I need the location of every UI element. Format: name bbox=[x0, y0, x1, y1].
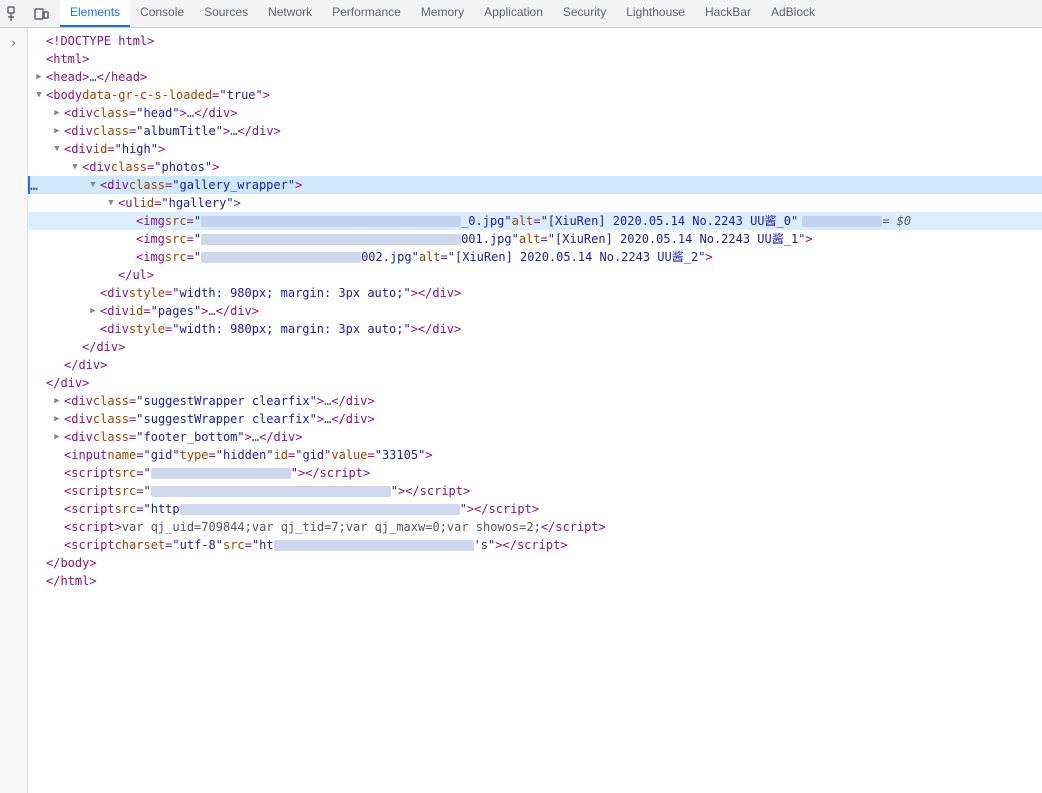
inspect-element-button[interactable] bbox=[4, 3, 26, 25]
tab-sources[interactable]: Sources bbox=[194, 0, 258, 27]
device-toggle-button[interactable] bbox=[30, 3, 52, 25]
tab-application[interactable]: Application bbox=[474, 0, 553, 27]
dom-line-div-high[interactable]: ▼ <div id="high" > bbox=[28, 140, 1042, 158]
dom-line-doctype[interactable]: <!DOCTYPE html> bbox=[28, 32, 1042, 50]
devtools-toolbar: Elements Console Sources Network Perform… bbox=[0, 0, 1042, 28]
dom-line-body-close[interactable]: </body> bbox=[28, 554, 1042, 572]
dom-line-div-close-photos[interactable]: </div> bbox=[28, 338, 1042, 356]
dom-line-img-1[interactable]: <img src="001.jpg" alt="[XiuRen] 2020.05… bbox=[28, 230, 1042, 248]
dom-line-img-2[interactable]: <img src="002.jpg" alt="[XiuRen] 2020.05… bbox=[28, 248, 1042, 266]
img-src-blur-0 bbox=[201, 216, 461, 227]
div-suggest-1-toggle[interactable]: ▶ bbox=[50, 394, 64, 408]
script-src-blur-1 bbox=[151, 468, 291, 479]
div-gallery-wrapper-toggle[interactable]: ▼ bbox=[86, 178, 100, 192]
doctype-text: <!DOCTYPE html> bbox=[46, 32, 154, 50]
img-src-blur-1 bbox=[201, 234, 461, 245]
tab-security[interactable]: Security bbox=[553, 0, 616, 27]
html-tag: <html> bbox=[46, 50, 89, 68]
dom-line-script-5[interactable]: <script charset="utf-8" src="ht's" ></sc… bbox=[28, 536, 1042, 554]
dom-tree-panel[interactable]: <!DOCTYPE html> <html> ▶ <head>…</head> … bbox=[28, 28, 1042, 793]
dom-line-div-style-980-2[interactable]: <div style="width: 980px; margin: 3px au… bbox=[28, 320, 1042, 338]
img-extra-blur-0 bbox=[802, 216, 882, 227]
body-toggle[interactable]: ▼ bbox=[32, 88, 46, 102]
div-head-toggle[interactable]: ▶ bbox=[50, 106, 64, 120]
dom-line-div-head[interactable]: ▶ <div class="head" >…</div> bbox=[28, 104, 1042, 122]
script-src-blur-5 bbox=[274, 540, 474, 551]
tab-memory[interactable]: Memory bbox=[411, 0, 474, 27]
dom-line-div-close-high[interactable]: </div> bbox=[28, 374, 1042, 392]
dom-line-script-2[interactable]: <script src="" ></script> bbox=[28, 482, 1042, 500]
dom-line-html-close[interactable]: </html> bbox=[28, 572, 1042, 590]
dom-line-div-suggest-2[interactable]: ▶ <div class="suggestWrapper clearfix" >… bbox=[28, 410, 1042, 428]
div-footer-bottom-toggle[interactable]: ▶ bbox=[50, 430, 64, 444]
tab-performance[interactable]: Performance bbox=[322, 0, 411, 27]
head-tag: <head> bbox=[46, 68, 89, 86]
dom-line-div-close-high-inner[interactable]: </div> bbox=[28, 356, 1042, 374]
div-suggest-2-toggle[interactable]: ▶ bbox=[50, 412, 64, 426]
dom-line-div-gallery-wrapper[interactable]: … ▼ <div class="gallery_wrapper" > bbox=[28, 176, 1042, 194]
div-high-toggle[interactable]: ▼ bbox=[50, 142, 64, 156]
dollar-zero-label: = $0 bbox=[882, 212, 911, 230]
img-src-blur-2 bbox=[201, 252, 361, 263]
dom-line-head[interactable]: ▶ <head>…</head> bbox=[28, 68, 1042, 86]
dom-line-div-pages[interactable]: ▶ <div id="pages" >…</div> bbox=[28, 302, 1042, 320]
dom-line-img-0[interactable]: <img src="_0.jpg" alt="[XiuRen] 2020.05.… bbox=[28, 212, 1042, 230]
dom-line-script-qj[interactable]: <script> var qj_uid=709844;var qj_tid=7;… bbox=[28, 518, 1042, 536]
dom-line-div-footer-bottom[interactable]: ▶ <div class="footer_bottom" >…</div> bbox=[28, 428, 1042, 446]
dom-line-body[interactable]: ▼ <body data-gr-c-s-loaded="true" > bbox=[28, 86, 1042, 104]
dom-line-input-gid[interactable]: <input name="gid" type="hidden" id="gid"… bbox=[28, 446, 1042, 464]
dom-line-div-style-980[interactable]: <div style="width: 980px; margin: 3px au… bbox=[28, 284, 1042, 302]
div-albumtitle-toggle[interactable]: ▶ bbox=[50, 124, 64, 138]
div-pages-toggle[interactable]: ▶ bbox=[86, 304, 100, 318]
dom-line-ul-hgallery[interactable]: ▼ <ul id="hgallery" > bbox=[28, 194, 1042, 212]
head-toggle[interactable]: ▶ bbox=[32, 70, 46, 84]
dom-line-ul-close[interactable]: </ul> bbox=[28, 266, 1042, 284]
script-src-blur-3 bbox=[180, 504, 460, 515]
dom-line-script-1[interactable]: <script src="" ></script> bbox=[28, 464, 1042, 482]
dom-line-script-3[interactable]: <script src="http" ></script> bbox=[28, 500, 1042, 518]
script-src-blur-2 bbox=[151, 486, 391, 497]
tab-adblock[interactable]: AdBlock bbox=[761, 0, 825, 27]
tab-hackbar[interactable]: HackBar bbox=[695, 0, 761, 27]
toolbar-icons bbox=[4, 3, 52, 25]
left-gutter: › bbox=[0, 28, 28, 793]
dom-line-div-photos[interactable]: ▼ <div class="photos" > bbox=[28, 158, 1042, 176]
gutter-arrow-icon[interactable]: › bbox=[3, 32, 25, 54]
tab-console[interactable]: Console bbox=[130, 0, 194, 27]
dom-line-html[interactable]: <html> bbox=[28, 50, 1042, 68]
dom-line-div-suggest-1[interactable]: ▶ <div class="suggestWrapper clearfix" >… bbox=[28, 392, 1042, 410]
tab-lighthouse[interactable]: Lighthouse bbox=[616, 0, 695, 27]
ul-hgallery-toggle[interactable]: ▼ bbox=[104, 196, 118, 210]
tab-elements[interactable]: Elements bbox=[60, 0, 130, 27]
devtools-main: › <!DOCTYPE html> <html> ▶ <head>…</head… bbox=[0, 28, 1042, 793]
tab-network[interactable]: Network bbox=[258, 0, 322, 27]
div-photos-toggle[interactable]: ▼ bbox=[68, 160, 82, 174]
dom-line-div-albumtitle[interactable]: ▶ <div class="albumTitle" >…</div> bbox=[28, 122, 1042, 140]
devtools-tabs: Elements Console Sources Network Perform… bbox=[60, 0, 825, 27]
